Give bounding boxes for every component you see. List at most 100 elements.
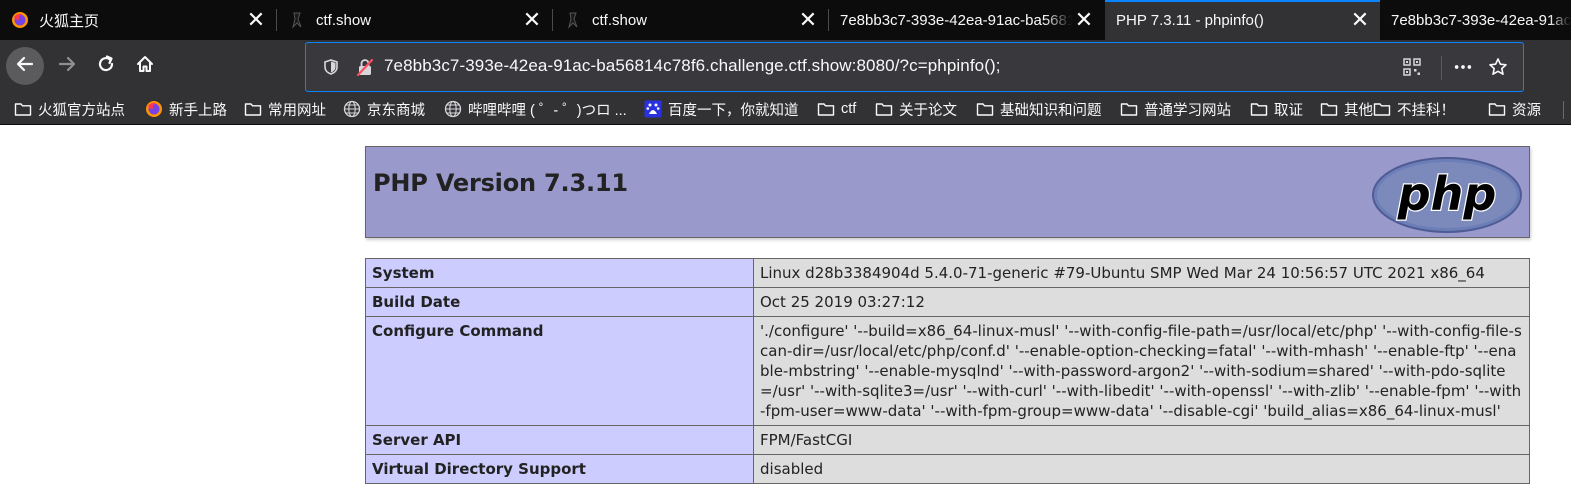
tab-strip: 火狐主页 ✕ ctf.show ✕ ctf.show ✕ 7e8bb3c7-39… — [0, 0, 1571, 40]
bookmark-item[interactable]: 普通学习网站 — [1120, 98, 1231, 120]
bookmark-item[interactable]: 基础知识和问题 — [976, 98, 1102, 120]
tab-label: 火狐主页 — [39, 12, 100, 30]
row-value: disabled — [753, 454, 1530, 484]
bookmark-item[interactable]: 其他 — [1320, 98, 1373, 120]
row-key: Build Date — [365, 287, 754, 317]
table-row: Server API FPM/FastCGI — [365, 425, 1530, 455]
tab-label: ctf.show — [592, 11, 648, 29]
row-key: Configure Command — [365, 316, 754, 426]
tab-ctfshow-1[interactable]: ctf.show ✕ — [277, 0, 552, 40]
page-content: PHP Version 7.3.11 php System Linux d28b3… — [0, 126, 1571, 485]
insecure-lock-icon[interactable] — [355, 57, 375, 77]
close-icon[interactable]: ✕ — [244, 8, 268, 32]
folder-icon — [1320, 100, 1338, 118]
bookmark-label: 火狐官方站点 — [38, 102, 125, 119]
table-row: Build Date Oct 25 2019 03:27:12 — [365, 287, 1530, 317]
table-row: Virtual Directory Support disabled — [365, 454, 1530, 484]
url-divider — [1441, 56, 1442, 80]
row-value: Linux d28b3384904d 5.4.0-71-generic #79-… — [753, 258, 1530, 288]
bookmarks-overflow-separator — [1563, 101, 1564, 119]
bookmark-item[interactable]: 新手上路 — [145, 98, 227, 120]
page-title: PHP Version 7.3.11 — [373, 169, 628, 197]
folder-icon — [1120, 100, 1138, 118]
table-row: System Linux d28b3384904d 5.4.0-71-generi… — [365, 258, 1530, 288]
baidu-icon — [644, 100, 662, 118]
ninja-icon — [564, 11, 582, 29]
folder-icon — [817, 100, 835, 118]
qr-code-icon[interactable] — [1402, 57, 1422, 77]
row-key: System — [365, 258, 754, 288]
bookmark-star-icon[interactable] — [1488, 57, 1508, 77]
bookmark-item[interactable]: 京东商城 — [343, 98, 425, 120]
tab-label: 7e8bb3c7-393e-42ea-91ac-ba56814c78f6 — [1391, 11, 1571, 29]
navigation-toolbar: 7e8bb3c7-393e-42ea-91ac-ba56814c78f6.cha… — [0, 40, 1571, 93]
bookmark-label: 不挂科！ — [1397, 102, 1455, 119]
bookmark-item[interactable]: 资源 — [1488, 98, 1541, 120]
reload-button[interactable] — [87, 47, 125, 85]
back-button[interactable] — [6, 47, 44, 85]
php-logo: php — [1372, 157, 1522, 233]
phpinfo-table: System Linux d28b3384904d 5.4.0-71-generi… — [365, 258, 1530, 484]
tab-firefox-home[interactable]: 火狐主页 ✕ — [0, 0, 276, 40]
close-icon[interactable]: ✕ — [1072, 8, 1096, 32]
bookmark-label: 关于论文 — [899, 102, 957, 119]
folder-icon — [1373, 100, 1391, 118]
tab-phpinfo[interactable]: PHP 7.3.11 - phpinfo() ✕ — [1105, 0, 1380, 40]
bookmark-item[interactable]: 常用网址 — [244, 98, 326, 120]
bookmark-item[interactable]: 百度一下，你就知道 — [644, 98, 799, 120]
tab-label: PHP 7.3.11 - phpinfo() — [1116, 11, 1264, 29]
ninja-icon — [288, 11, 306, 29]
bookmark-label: 普通学习网站 — [1144, 102, 1231, 119]
row-key: Virtual Directory Support — [365, 454, 754, 484]
close-icon[interactable]: ✕ — [1348, 8, 1372, 32]
tab-ctfshow-2[interactable]: ctf.show ✕ — [553, 0, 828, 40]
bookmarks-toolbar: 火狐官方站点 新手上路 常用网址 京东商城 哔哩哔哩 ( ゜- ゜)つロ ... 百度一下… — [0, 93, 1571, 125]
bookmark-label: 其他 — [1344, 102, 1373, 119]
row-value: FPM/FastCGI — [753, 425, 1530, 455]
arrow-left-icon — [15, 54, 35, 79]
row-key: Server API — [365, 425, 754, 455]
tab-challenge-1[interactable]: 7e8bb3c7-393e-42ea-91ac-ba56814c78f6 ✕ — [829, 0, 1104, 40]
folder-icon — [14, 100, 32, 118]
row-value: './configure' '--build=x86_64-linux-musl… — [753, 316, 1530, 426]
forward-button[interactable] — [48, 47, 86, 85]
bookmark-label: 新手上路 — [169, 102, 227, 119]
bookmark-label: 基础知识和问题 — [1000, 102, 1102, 119]
bookmark-label: 常用网址 — [268, 102, 326, 119]
tab-challenge-2[interactable]: 7e8bb3c7-393e-42ea-91ac-ba56814c78f6 — [1381, 0, 1571, 40]
bookmark-item[interactable]: 不挂科！ — [1373, 98, 1455, 120]
bookmark-item[interactable]: ctf — [817, 98, 856, 120]
folder-icon — [244, 100, 262, 118]
home-icon — [135, 54, 155, 79]
bookmark-item[interactable]: 火狐官方站点 — [14, 98, 125, 120]
shield-icon[interactable] — [321, 57, 341, 77]
bookmark-label: 京东商城 — [367, 102, 425, 119]
folder-icon — [976, 100, 994, 118]
bookmark-label: 哔哩哔哩 ( ゜- ゜)つロ ... — [468, 102, 627, 119]
php-logo-text: php — [1397, 167, 1497, 221]
globe-icon — [444, 100, 462, 118]
table-row: Configure Command './configure' '--build=… — [365, 316, 1530, 426]
firefox-icon — [145, 100, 163, 118]
folder-icon — [875, 100, 893, 118]
bookmark-label: ctf — [841, 101, 857, 117]
tab-label: 7e8bb3c7-393e-42ea-91ac-ba56814c78f6 — [840, 11, 1072, 29]
bookmark-item[interactable]: 哔哩哔哩 ( ゜- ゜)つロ ... — [444, 98, 627, 120]
bookmark-item[interactable]: 取证 — [1250, 98, 1303, 120]
globe-icon — [343, 100, 361, 118]
bookmark-label: 取证 — [1274, 102, 1303, 119]
home-button[interactable] — [126, 47, 164, 85]
close-icon[interactable]: ✕ — [796, 8, 820, 32]
bookmark-label: 资源 — [1512, 102, 1541, 119]
row-value: Oct 25 2019 03:27:12 — [753, 287, 1530, 317]
firefox-icon — [11, 11, 29, 29]
php-version-header: PHP Version 7.3.11 php — [365, 146, 1530, 238]
more-actions-icon[interactable] — [1453, 57, 1473, 77]
url-input[interactable]: 7e8bb3c7-393e-42ea-91ac-ba56814c78f6.cha… — [384, 56, 1001, 76]
folder-icon — [1488, 100, 1506, 118]
close-icon[interactable]: ✕ — [520, 8, 544, 32]
folder-icon — [1250, 100, 1268, 118]
bookmark-item[interactable]: 关于论文 — [875, 98, 957, 120]
reload-icon — [96, 54, 116, 79]
address-bar[interactable]: 7e8bb3c7-393e-42ea-91ac-ba56814c78f6.cha… — [305, 42, 1524, 92]
